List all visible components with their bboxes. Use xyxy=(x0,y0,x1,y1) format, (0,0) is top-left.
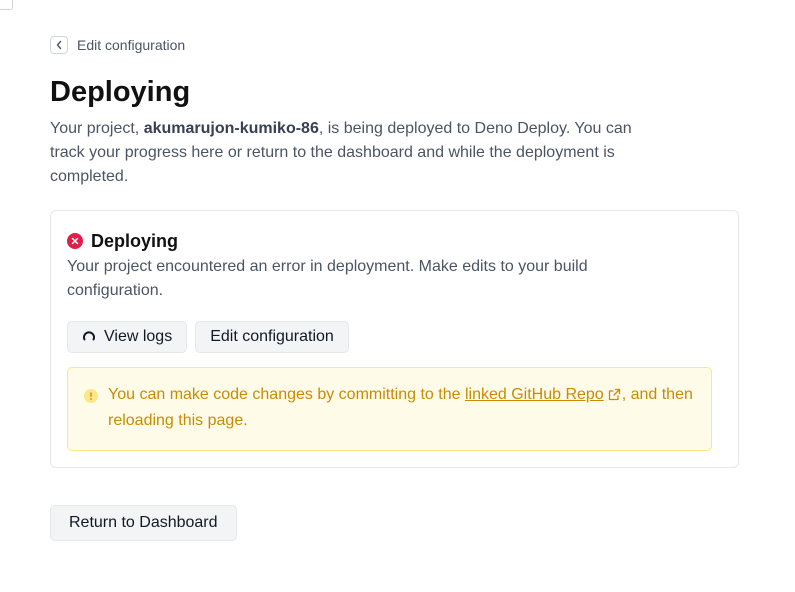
edit-configuration-label: Edit configuration xyxy=(210,328,334,345)
status-title: Deploying xyxy=(91,230,179,251)
edit-configuration-button[interactable]: Edit configuration xyxy=(195,321,349,353)
chevron-left-icon xyxy=(50,36,68,54)
deploy-page: Edit configuration Deploying Your projec… xyxy=(50,34,740,541)
status-heading: Deploying xyxy=(67,230,722,252)
window-corner xyxy=(0,0,13,10)
deployment-status-card: Deploying Your project encountered an er… xyxy=(50,210,739,468)
notice-text-before: You can make code changes by committing … xyxy=(108,386,465,403)
return-to-dashboard-button[interactable]: Return to Dashboard xyxy=(50,505,237,541)
view-logs-button[interactable]: View logs xyxy=(67,321,188,353)
error-x-icon xyxy=(67,233,83,249)
github-notice: You can make code changes by committing … xyxy=(67,367,712,451)
github-repo-link[interactable]: linked GitHub Repo xyxy=(465,386,622,403)
warning-icon xyxy=(84,389,98,403)
notice-text: You can make code changes by committing … xyxy=(108,383,695,433)
status-message: Your project encountered an error in dep… xyxy=(67,258,588,299)
github-repo-link-label: linked GitHub Repo xyxy=(464,386,604,403)
intro-text: Your project, akumarujon-kumiko-86, is b… xyxy=(50,117,660,189)
external-link-icon xyxy=(608,385,621,409)
spinner-icon xyxy=(82,330,96,344)
return-to-dashboard-label: Return to Dashboard xyxy=(69,514,218,531)
intro-prefix: Your project, xyxy=(50,120,144,137)
page-title: Deploying xyxy=(50,76,191,108)
view-logs-label: View logs xyxy=(104,328,173,345)
project-name: akumarujon-kumiko-86 xyxy=(143,120,319,137)
status-actions: View logs Edit configuration xyxy=(67,321,722,353)
edit-configuration-back-link[interactable]: Edit configuration xyxy=(50,34,740,56)
back-link-label: Edit configuration xyxy=(77,37,186,53)
